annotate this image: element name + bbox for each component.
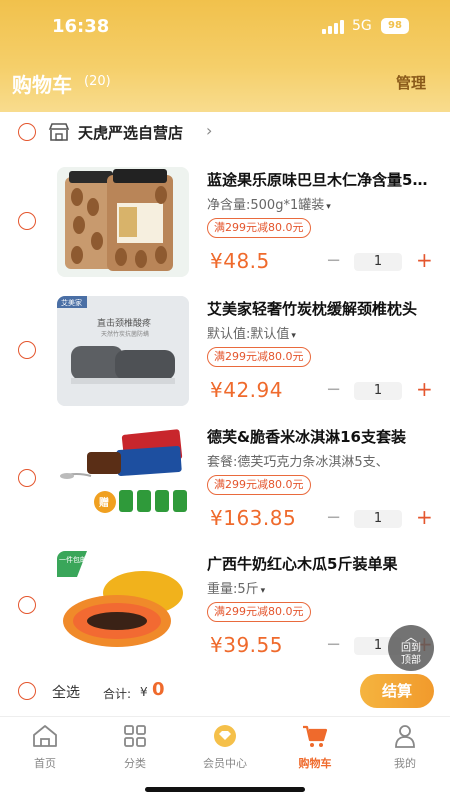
back-to-top-button[interactable]: ︿ 回到 顶部	[388, 625, 434, 671]
product-spec[interactable]: 默认值:默认值 ▾	[207, 323, 427, 342]
product-image[interactable]: 赠	[57, 424, 189, 534]
product-price: ¥48.5	[210, 249, 270, 273]
cart-item: 蓝途果乐原味巴旦木仁净含量500g*1罐装 净含量:500g*1罐装▾ 满299…	[0, 164, 450, 292]
cart-count: (20)	[84, 74, 111, 89]
promo-badge: 满299元减80.0元	[207, 602, 311, 622]
chevron-right-icon[interactable]: ›	[206, 121, 212, 140]
total-value: 0	[152, 679, 165, 700]
product-name[interactable]: 广西牛奶红心木瓜5斤装单果	[207, 553, 437, 574]
product-price: ¥39.55	[210, 633, 283, 657]
increase-button[interactable]: +	[416, 248, 433, 272]
gift-label: 赠	[99, 496, 109, 509]
tab-member-center[interactable]: 会员中心	[180, 723, 270, 771]
product-name[interactable]: 德芙&脆香米冰淇淋16支套装	[207, 426, 437, 447]
item-select-radio[interactable]	[18, 212, 36, 230]
decrease-button[interactable]: −	[326, 507, 341, 528]
product-spec[interactable]: 净含量:500g*1罐装 ▾	[207, 194, 427, 213]
home-icon	[33, 725, 57, 747]
product-name[interactable]: 艾美家轻奢竹炭枕缓解颈椎枕头	[207, 298, 437, 319]
quantity-field[interactable]: 1	[354, 510, 402, 528]
member-icon	[214, 725, 236, 747]
product-spec[interactable]: 重量:5斤 ▾	[207, 578, 427, 597]
item-select-radio[interactable]	[18, 469, 36, 487]
status-time: 16:38	[52, 16, 110, 37]
cart-item: 一件包邮 广西牛奶红心木瓜5斤装单果 重量:5斤 ▾ 满299元减80.0元 ¥3…	[0, 548, 450, 676]
home-indicator	[145, 787, 305, 792]
decrease-button[interactable]: −	[326, 634, 341, 655]
quantity-field[interactable]: 1	[354, 382, 402, 400]
image-subcaption: 天然竹炭抗菌防螨	[101, 330, 149, 338]
signal-icon	[322, 20, 344, 34]
store-icon	[48, 123, 70, 141]
item-select-radio[interactable]	[18, 341, 36, 359]
product-price: ¥42.94	[210, 378, 283, 402]
store-select-radio[interactable]	[18, 123, 36, 141]
caret-down-icon: ▾	[326, 202, 331, 212]
cart-icon	[303, 725, 328, 747]
battery-icon: 98	[381, 18, 409, 34]
page-title: 购物车	[12, 73, 72, 97]
tab-profile[interactable]: 我的	[360, 723, 450, 771]
select-all-label[interactable]: 全选	[52, 682, 80, 702]
decrease-button[interactable]: −	[326, 250, 341, 271]
product-image[interactable]	[57, 167, 189, 277]
brand-tag: 艾美家	[61, 298, 82, 307]
manage-button[interactable]: 管理	[396, 72, 426, 93]
tab-home[interactable]: 首页	[0, 723, 90, 771]
status-bar: 16:38 5G 98	[0, 0, 450, 52]
arrow-up-icon: ︿	[404, 630, 417, 644]
increase-button[interactable]: +	[416, 377, 433, 401]
store-row: 天虎严选自营店 ›	[0, 112, 450, 152]
promo-badge: 满299元减80.0元	[207, 347, 311, 367]
product-name[interactable]: 蓝途果乐原味巴旦木仁净含量500g*1罐装	[207, 169, 437, 190]
caret-down-icon: ▾	[291, 331, 296, 341]
category-icon	[124, 725, 146, 747]
cart-item: 艾美家 直击颈椎酸疼 天然竹炭抗菌防螨 艾美家轻奢竹炭枕缓解颈椎枕头 默认值:默…	[0, 293, 450, 421]
product-spec[interactable]: 套餐:德芙巧克力条冰淇淋5支、	[207, 451, 427, 470]
store-name[interactable]: 天虎严选自营店	[78, 122, 183, 143]
free-shipping-badge: 一件包邮	[59, 555, 87, 564]
network-label: 5G	[352, 18, 372, 34]
promo-badge: 满299元减80.0元	[207, 475, 311, 495]
tab-cart[interactable]: 购物车	[270, 723, 360, 771]
total-currency: ¥	[140, 685, 148, 699]
increase-button[interactable]: +	[416, 505, 433, 529]
image-caption: 直击颈椎酸疼	[97, 317, 151, 329]
caret-down-icon: ▾	[260, 586, 266, 596]
decrease-button[interactable]: −	[326, 379, 341, 400]
profile-icon	[395, 725, 415, 748]
promo-badge: 满299元减80.0元	[207, 218, 311, 238]
product-image[interactable]: 一件包邮	[57, 551, 189, 661]
product-price: ¥163.85	[210, 506, 297, 530]
checkout-bar: 全选 合计: ¥ 0 结算	[0, 672, 450, 712]
tab-category[interactable]: 分类	[90, 723, 180, 771]
item-select-radio[interactable]	[18, 596, 36, 614]
cart-item: 赠 德芙&脆香米冰淇淋16支套装 套餐:德芙巧克力条冰淇淋5支、 满299元减8…	[0, 421, 450, 549]
checkout-button[interactable]: 结算	[360, 674, 434, 708]
product-image[interactable]: 艾美家 直击颈椎酸疼 天然竹炭抗菌防螨	[57, 296, 189, 406]
select-all-radio[interactable]	[18, 682, 36, 700]
quantity-field[interactable]: 1	[354, 253, 402, 271]
total-label: 合计:	[103, 687, 132, 701]
app-header: 16:38 5G 98 购物车 (20) 管理	[0, 0, 450, 112]
